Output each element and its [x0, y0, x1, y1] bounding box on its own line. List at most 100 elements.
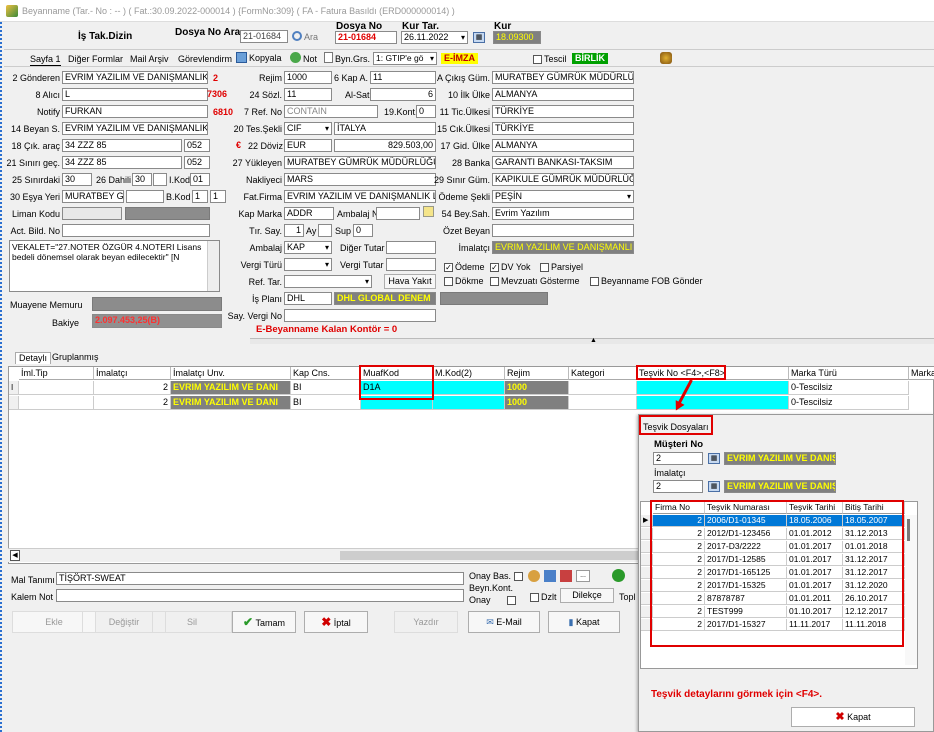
bkod-input-1[interactable]: 1: [192, 190, 208, 203]
alici-input[interactable]: L: [62, 88, 208, 101]
grid-cell[interactable]: BI: [291, 396, 361, 410]
dzlt-checkbox[interactable]: Dzlt: [530, 592, 557, 603]
mal-tanimi-input[interactable]: TİŞÖRT-SWEAT: [56, 572, 464, 585]
dilekce-button[interactable]: Dilekçe: [560, 588, 614, 603]
ikod-input[interactable]: 01: [190, 173, 210, 186]
tes-ulke-input[interactable]: İTALYA: [334, 122, 436, 135]
fob-checkbox[interactable]: Beyanname FOB Gönder: [590, 276, 703, 287]
kopyala-button[interactable]: Kopyala: [249, 53, 282, 64]
calendar-icon[interactable]: ▦: [708, 481, 720, 492]
is-plani-input[interactable]: DHL: [284, 292, 332, 305]
tamam-button[interactable]: ✔ Tamam: [232, 611, 296, 633]
ambalaj-select[interactable]: KAP: [284, 241, 332, 254]
is-tak-dizin[interactable]: İş Tak.Dizin: [78, 31, 132, 42]
parsiyel-checkbox[interactable]: Parsiyel: [540, 262, 583, 273]
cik-ulke-input[interactable]: TÜRKİYE: [492, 122, 634, 135]
grid-cell[interactable]: 1000: [505, 381, 569, 395]
grid-header[interactable]: Kategori: [569, 367, 637, 380]
copy-icon[interactable]: [236, 52, 247, 63]
grid-header[interactable]: İmalatçı Unv.: [171, 367, 291, 380]
grid-cell[interactable]: [637, 396, 789, 410]
users-icon[interactable]: [528, 570, 540, 582]
grid-header[interactable]: Rejim: [505, 367, 569, 380]
vergi-turu-select[interactable]: [284, 258, 332, 271]
row-indicator[interactable]: I: [9, 381, 19, 395]
doviz-input[interactable]: EUR: [284, 139, 332, 152]
sinir-gum-input[interactable]: KAPIKULE GÜMRÜK MÜDÜRLÜĞ: [492, 173, 634, 186]
dokme-checkbox[interactable]: Dökme: [444, 276, 484, 287]
sinirdaki-input[interactable]: 30: [62, 173, 92, 186]
not-button[interactable]: Not: [303, 54, 317, 65]
grid-cell[interactable]: 2: [94, 396, 171, 410]
grid-cell[interactable]: [569, 396, 637, 410]
grid-header[interactable]: Marka T: [909, 367, 934, 380]
sil-button[interactable]: Sil: [152, 611, 232, 633]
mevzuat-checkbox[interactable]: Mevzuatı Gösterme: [490, 276, 580, 287]
diger-tutar-input[interactable]: [386, 241, 436, 254]
hava-yakit-button[interactable]: Hava Yakıt: [384, 274, 436, 289]
grid-cell[interactable]: [433, 396, 505, 410]
ambalaj-no-input[interactable]: [376, 207, 420, 220]
ilk-ulke-input[interactable]: ALMANYA: [492, 88, 634, 101]
row-indicator[interactable]: [9, 396, 19, 410]
rejim-input[interactable]: 1000: [284, 71, 332, 84]
grid-cell[interactable]: 2: [94, 381, 171, 395]
popup-imalatci-input[interactable]: 2: [653, 480, 703, 493]
popup-kapat-button[interactable]: ✖ Kapat: [791, 707, 915, 727]
grid-cell[interactable]: [637, 381, 789, 395]
tic-ulke-input[interactable]: TÜRKİYE: [492, 105, 634, 118]
grid-cell[interactable]: [569, 381, 637, 395]
cikis-gum-input[interactable]: MURATBEY GÜMRÜK MÜDÜRLÜĞ: [492, 71, 634, 84]
ay-input[interactable]: [318, 224, 332, 237]
calendar-icon[interactable]: ▦: [708, 453, 720, 464]
vekalet-textarea[interactable]: VEKALET="27.NOTER ÖZGÜR 4.NOTERI Lisans …: [9, 240, 220, 292]
esya-extra[interactable]: [126, 190, 164, 203]
grid-header[interactable]: İmalatçı: [94, 367, 171, 380]
beyan-input[interactable]: EVRIM YAZILIM VE DANIŞMANLIK: [62, 122, 208, 135]
dosya-no-input[interactable]: 21-01684: [335, 31, 397, 44]
tutar-input[interactable]: 829.503,00: [334, 139, 436, 152]
sinir-gec-code[interactable]: 052: [184, 156, 210, 169]
calendar-icon[interactable]: ▦: [473, 32, 485, 43]
cik-arac-code[interactable]: 052: [184, 139, 210, 152]
bey-sah-input[interactable]: Evrim Yazılım: [492, 207, 634, 220]
dosya-ara-input[interactable]: 21-01684: [240, 30, 288, 43]
fat-firma-input[interactable]: EVRIM YAZILIM VE DANIŞMANLIK LT: [284, 190, 436, 203]
e-imza-button[interactable]: E-İMZA: [441, 53, 478, 64]
onay-bas-checkbox[interactable]: Onay Bas.: [469, 571, 525, 582]
next-icon[interactable]: [612, 569, 625, 582]
liman-input[interactable]: [62, 207, 122, 220]
ref-no-input[interactable]: CONTAIN: [284, 105, 378, 118]
dahili-input[interactable]: 30: [132, 173, 152, 186]
nakliyeci-input[interactable]: MARS: [284, 173, 436, 186]
sup-input[interactable]: 0: [353, 224, 373, 237]
sozl-input[interactable]: 11: [284, 88, 332, 101]
tir-input[interactable]: 1: [284, 224, 304, 237]
document-icon[interactable]: [324, 52, 333, 63]
email-button[interactable]: ✉ E-Mail: [468, 611, 540, 633]
onay-checkbox[interactable]: Onay: [469, 595, 518, 606]
scroll-left-icon[interactable]: ◀: [10, 550, 20, 561]
sinir-gec-input[interactable]: 34 ZZZ 85: [62, 156, 182, 169]
vergi-tutar-input[interactable]: [386, 258, 436, 271]
grid-cell[interactable]: BI: [291, 381, 361, 395]
topl-button[interactable]: Topl: [619, 592, 636, 603]
mail-arsiv-button[interactable]: Mail Arşiv: [130, 54, 169, 65]
more-button[interactable]: ...: [576, 570, 590, 582]
odeme-select[interactable]: PEŞİN: [492, 190, 634, 203]
vekalet-scrollbar[interactable]: [207, 241, 219, 291]
yazdir-button[interactable]: Yazdır: [394, 611, 458, 633]
tescil-checkbox[interactable]: Tescil: [533, 54, 567, 65]
kur-tar-input[interactable]: 26.11.2022: [401, 31, 468, 44]
grid-header[interactable]: İml.Tip: [19, 367, 94, 380]
cik-arac-input[interactable]: 34 ZZZ 85: [62, 139, 182, 152]
splitter[interactable]: ▲: [250, 337, 934, 344]
kalem-not-input[interactable]: [56, 589, 464, 602]
scroll-thumb[interactable]: [340, 551, 640, 560]
dahili-extra[interactable]: [153, 173, 167, 186]
act-bild-input[interactable]: [62, 224, 210, 237]
yukleyen-input[interactable]: MURATBEY GÜMRÜK MÜDÜRLÜĞÜ: [284, 156, 436, 169]
grid-header[interactable]: M.Kod(2): [433, 367, 505, 380]
grid-cell[interactable]: [19, 396, 94, 410]
gorevlendirme-button[interactable]: Görevlendirme: [178, 54, 232, 65]
